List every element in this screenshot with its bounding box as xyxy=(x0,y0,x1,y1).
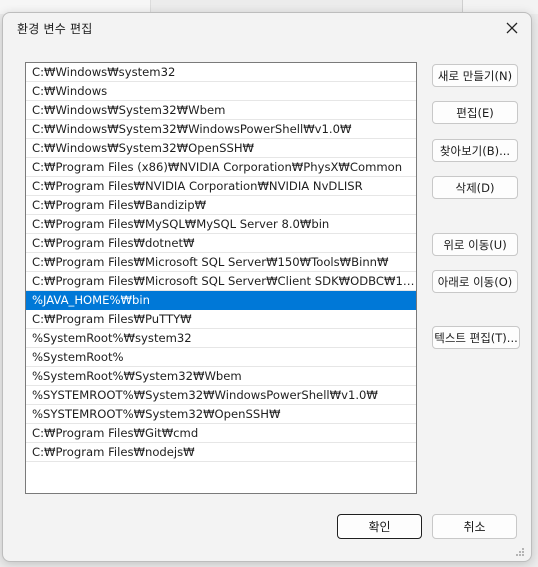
path-list[interactable]: C:₩Windows₩system32 C:₩Windows C:₩Windows₩… xyxy=(25,62,417,494)
path-list-item[interactable]: %SystemRoot%₩System32₩Wbem xyxy=(26,367,416,386)
path-list-item[interactable]: C:₩Program Files₩Bandizip₩ xyxy=(26,196,416,215)
path-list-item[interactable]: C:₩Program Files (x86)₩NVIDIA Corporatio… xyxy=(26,158,416,177)
new-button[interactable]: 새로 만들기(N) xyxy=(432,64,518,87)
path-list-item[interactable]: C:₩Program Files₩Git₩cmd xyxy=(26,424,416,443)
delete-button[interactable]: 삭제(D) xyxy=(432,176,518,199)
path-list-item[interactable]: C:₩Program Files₩nodejs₩ xyxy=(26,443,416,462)
path-list-item[interactable]: C:₩Program Files₩MySQL₩MySQL Server 8.0₩… xyxy=(26,215,416,234)
close-icon xyxy=(506,22,518,34)
edit-button[interactable]: 편집(E) xyxy=(432,101,518,124)
resize-grip-icon[interactable] xyxy=(515,547,525,557)
path-list-item[interactable]: %SYSTEMROOT%₩System32₩OpenSSH₩ xyxy=(26,405,416,424)
path-list-item[interactable]: C:₩Windows₩System32₩OpenSSH₩ xyxy=(26,139,416,158)
cancel-button[interactable]: 취소 xyxy=(432,514,517,539)
path-list-item[interactable]: C:₩Windows₩System32₩Wbem xyxy=(26,101,416,120)
close-button[interactable] xyxy=(497,15,527,41)
path-list-item[interactable]: C:₩Program Files₩dotnet₩ xyxy=(26,234,416,253)
path-list-item[interactable]: %SYSTEMROOT%₩System32₩WindowsPowerShell₩… xyxy=(26,386,416,405)
path-list-item[interactable]: %SystemRoot% xyxy=(26,348,416,367)
path-list-item[interactable]: C:₩Program Files₩Microsoft SQL Server₩Cl… xyxy=(26,272,416,291)
dialog-title: 환경 변수 편집 xyxy=(17,22,93,36)
path-list-item[interactable]: C:₩Windows₩system32 xyxy=(26,63,416,82)
path-list-item[interactable]: C:₩Windows₩System32₩WindowsPowerShell₩v1… xyxy=(26,120,416,139)
ok-button[interactable]: 확인 xyxy=(337,514,422,539)
path-list-item[interactable]: C:₩Program Files₩NVIDIA Corporation₩NVID… xyxy=(26,177,416,196)
move-down-button[interactable]: 아래로 이동(O) xyxy=(432,270,518,293)
path-list-item[interactable]: %SystemRoot%₩system32 xyxy=(26,329,416,348)
path-list-item[interactable]: C:₩Program Files₩Microsoft SQL Server₩15… xyxy=(26,253,416,272)
browse-button[interactable]: 찾아보기(B)... xyxy=(432,139,518,162)
path-list-item[interactable]: C:₩Windows xyxy=(26,82,416,101)
edit-text-button[interactable]: 텍스트 편집(T)... xyxy=(432,326,520,349)
path-list-item[interactable]: C:₩Program Files₩PuTTY₩ xyxy=(26,310,416,329)
move-up-button[interactable]: 위로 이동(U) xyxy=(432,233,518,256)
path-list-item[interactable]: %JAVA_HOME%₩bin xyxy=(26,291,416,310)
edit-environment-variable-dialog: 환경 변수 편집 C:₩Windows₩system32 C:₩Windows C:… xyxy=(2,12,532,562)
